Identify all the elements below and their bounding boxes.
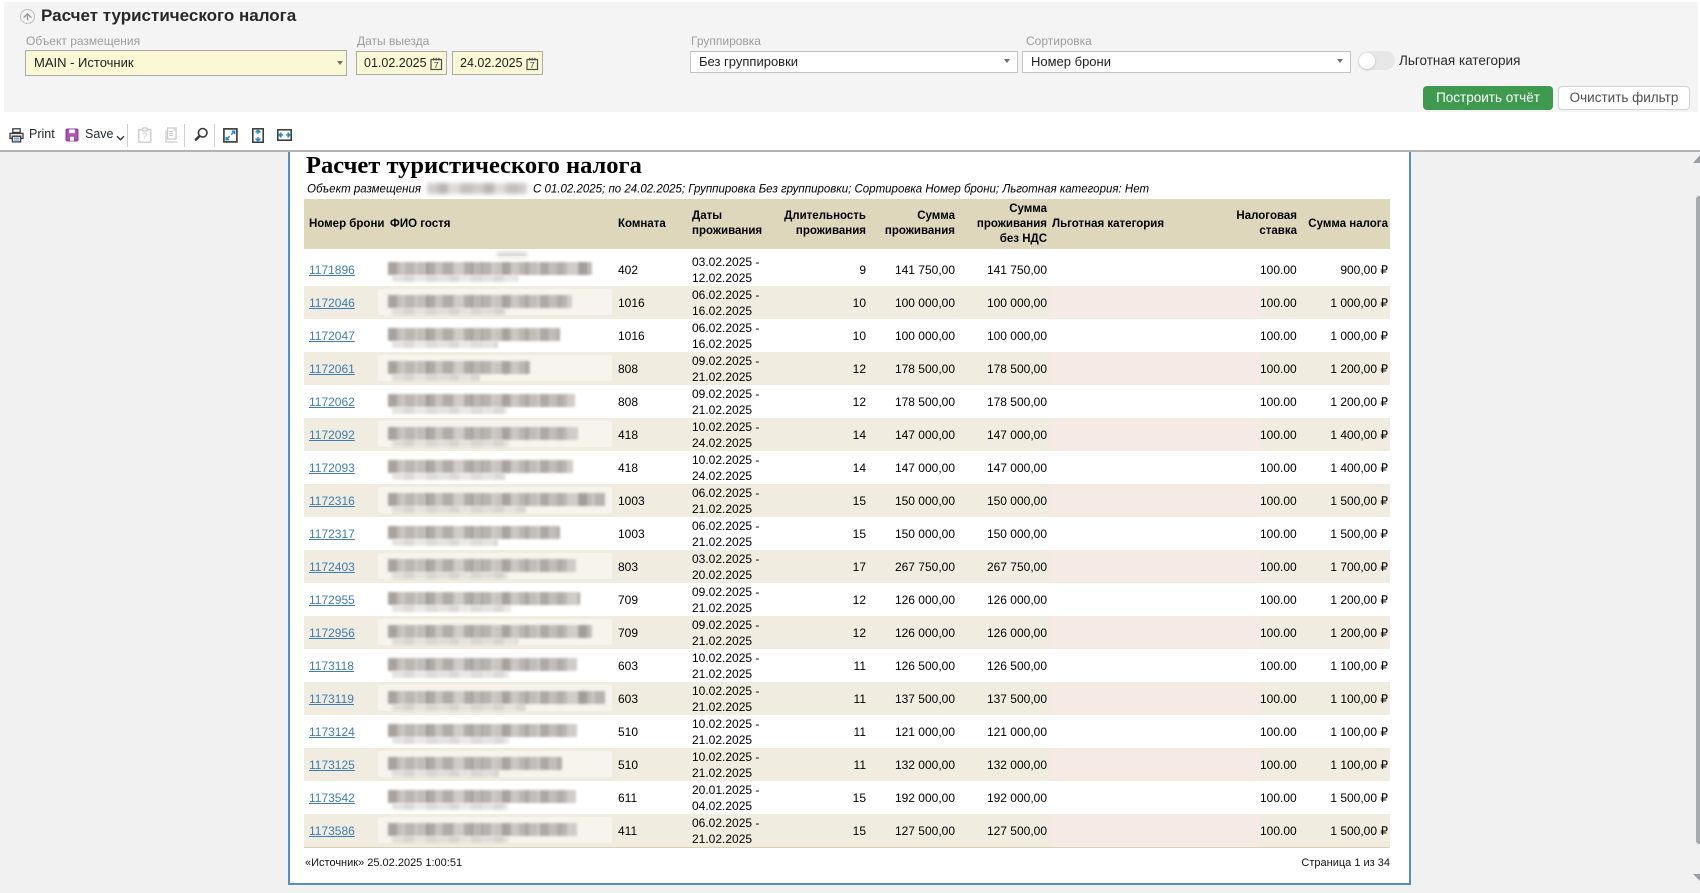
svg-text:?: ? <box>142 131 147 141</box>
svg-text:7: 7 <box>530 60 535 70</box>
svg-text:7: 7 <box>434 60 439 70</box>
